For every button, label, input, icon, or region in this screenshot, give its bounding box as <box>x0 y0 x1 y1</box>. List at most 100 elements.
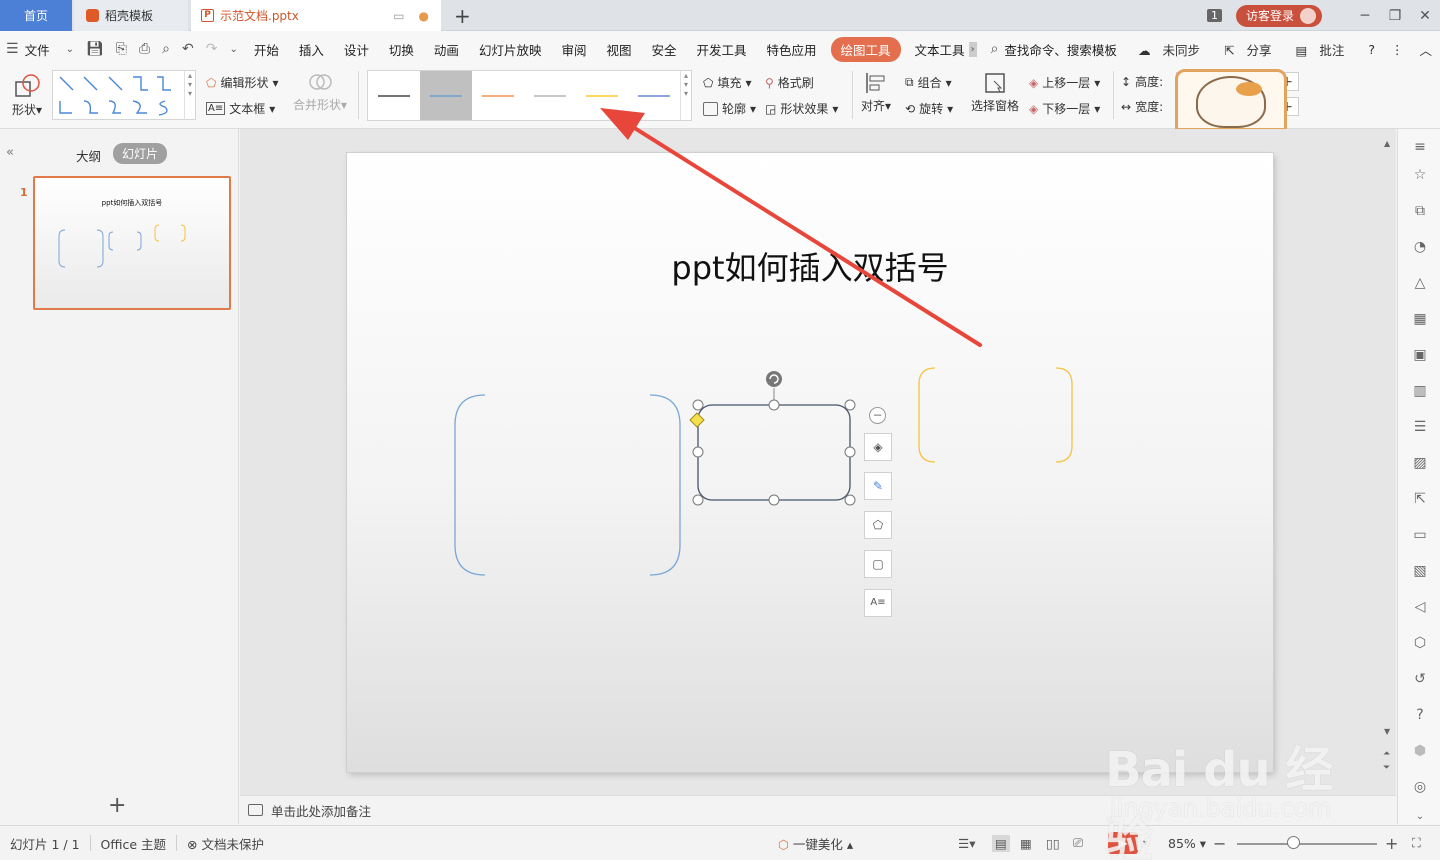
slide[interactable]: ppt如何插入双括号 <box>347 153 1273 772</box>
tab-document[interactable]: P 示范文档.pptx ▭ ● <box>191 0 441 31</box>
pyramid-icon[interactable]: △ <box>1411 275 1429 291</box>
fill-button[interactable]: ⬠ 填充 ▾ <box>703 74 751 91</box>
login-button[interactable]: 访客登录 <box>1235 4 1322 27</box>
menu-insert[interactable]: 插入 <box>289 40 334 59</box>
align-button[interactable]: 对齐▾ <box>861 71 891 114</box>
history-icon[interactable]: ↺ <box>1411 671 1429 687</box>
outline-button[interactable]: 轮廓 ▾ <box>703 100 756 117</box>
shape-effect-button[interactable]: ◲ 形状效果 ▾ <box>765 100 838 117</box>
speaker-icon[interactable]: ◁ <box>1411 599 1429 615</box>
search-icon[interactable]: ⌕ <box>977 41 1005 57</box>
help-icon[interactable]: ? <box>1360 42 1383 57</box>
next-slide-icon[interactable]: ⏷ <box>1383 763 1390 773</box>
tab-slides[interactable]: 幻灯片 <box>113 143 168 164</box>
merge-shape-button[interactable]: 合并形状▾ <box>293 71 347 113</box>
fill-bucket-icon[interactable]: ⬠ <box>864 511 892 539</box>
window-count-badge[interactable]: 1 <box>1206 9 1222 22</box>
cube-icon[interactable]: ⬢ <box>1411 743 1429 759</box>
prev-slide-icon[interactable]: ⏶ <box>1383 749 1390 759</box>
style-gallery-scroll[interactable]: ▴ ▾ ▾ <box>680 71 691 120</box>
menu-animation[interactable]: 动画 <box>424 40 469 59</box>
shape-gallery[interactable]: ▴ ▾ ▾ <box>52 70 196 120</box>
slide-title[interactable]: ppt如何插入双括号 <box>347 243 1273 289</box>
shape-button[interactable]: 形状▾ <box>12 73 42 118</box>
table-icon[interactable]: ▦ <box>1411 311 1429 327</box>
share-button[interactable]: ⇱ 分享 <box>1216 40 1287 59</box>
layer-icon[interactable]: ◈ <box>864 433 892 461</box>
line-style-swatches[interactable] <box>368 71 680 120</box>
restore-icon[interactable]: ❐ <box>1380 8 1410 24</box>
location-icon[interactable]: ◎ <box>1411 779 1429 795</box>
hamburger-icon[interactable]: ☰ <box>0 41 25 57</box>
slide-thumbnail[interactable]: ppt如何插入双括号 <box>33 176 231 310</box>
notes-toggle-icon[interactable]: ☰▾ <box>958 836 975 851</box>
add-slide-button[interactable]: + <box>108 793 126 818</box>
beautify-button[interactable]: ⬡ 一键美化 ▴ <box>768 834 863 853</box>
redo-icon[interactable]: ↷ <box>200 41 224 57</box>
presenter-view-icon[interactable]: ⎚ <box>1073 835 1083 851</box>
menu-start[interactable]: 开始 <box>244 40 289 59</box>
new-tab-button[interactable]: + <box>454 4 471 28</box>
normal-view-icon[interactable]: ▤ <box>992 834 1010 852</box>
star-icon[interactable]: ☆ <box>1411 167 1429 183</box>
menu-view[interactable]: 视图 <box>596 40 641 59</box>
shield-icon[interactable]: ⬡ <box>1411 635 1429 651</box>
tab-template[interactable]: 稻壳模板 <box>74 0 188 31</box>
rotate-button[interactable]: ⟲ 旋转 ▾ <box>905 100 953 117</box>
menu-security[interactable]: 安全 <box>641 40 686 59</box>
menu-file[interactable]: 文件 <box>25 40 60 59</box>
menu-text-tools[interactable]: 文本工具 <box>905 40 969 59</box>
group-button[interactable]: ⧉ 组合 ▾ <box>905 74 952 91</box>
export-icon[interactable]: ⎘ <box>110 41 133 57</box>
scroll-down-icon[interactable]: ▼ <box>1384 727 1390 736</box>
edit-shape-button[interactable]: ⬠ 编辑形状 ▾ <box>206 74 278 91</box>
expand-down-icon[interactable]: ⌄ <box>1411 809 1429 825</box>
selection-pane-button[interactable]: 选择窗格 <box>971 71 1019 114</box>
menu-developer[interactable]: 开发工具 <box>687 40 757 59</box>
close-icon[interactable]: ✕ <box>1410 8 1440 24</box>
tab-outline[interactable]: 大纲 <box>76 146 101 165</box>
sync-button[interactable]: ☁︎ 未同步 <box>1130 40 1216 59</box>
collapse-ribbon-icon[interactable]: ︿ <box>1411 40 1440 59</box>
more-icon[interactable]: ⋮ <box>1383 42 1412 57</box>
archive-icon[interactable]: ▭ <box>1411 527 1429 543</box>
shapes-icon[interactable]: ◔ <box>1411 239 1429 255</box>
menu-transition[interactable]: 切换 <box>379 40 424 59</box>
image-icon[interactable]: ▨ <box>1411 455 1429 471</box>
pen-icon[interactable]: ✎ <box>864 472 892 500</box>
share-icon[interactable]: ⇱ <box>1411 491 1429 507</box>
minimize-icon[interactable]: ─ <box>1350 8 1380 24</box>
textbox-button[interactable]: A≡ 文本框 ▾ <box>206 100 275 117</box>
chevron-right-icon[interactable]: › <box>968 41 977 57</box>
send-backward-button[interactable]: ◈ 下移一层 ▾ <box>1029 100 1100 117</box>
sorter-view-icon[interactable]: ▦ <box>1020 836 1032 851</box>
collapse-toolbar-icon[interactable]: − <box>869 407 886 424</box>
tab-home[interactable]: 首页 <box>0 0 72 31</box>
menu-lines-icon[interactable]: ≡ <box>1411 139 1429 155</box>
theme-name[interactable]: Office 主题 <box>91 834 176 853</box>
shape-outline-icon[interactable]: ▢ <box>864 550 892 578</box>
undo-icon[interactable]: ↶ <box>176 41 200 57</box>
sliders-icon[interactable]: ☰ <box>1411 419 1429 435</box>
zoom-in-icon[interactable]: + <box>1385 834 1398 853</box>
command-search[interactable]: 查找命令、搜索模板 <box>1004 40 1127 59</box>
save-icon[interactable]: 💾︎ <box>80 41 110 57</box>
format-brush-button[interactable]: ⚲ 格式刷 <box>765 74 814 91</box>
protect-status[interactable]: ⊗ 文档未保护 <box>177 834 274 853</box>
collapse-panel-icon[interactable]: « <box>6 145 14 160</box>
fit-window-icon[interactable]: ⛶ <box>1412 835 1421 851</box>
copy-icon[interactable]: ⧉ <box>1411 203 1429 219</box>
menu-review[interactable]: 审阅 <box>551 40 596 59</box>
chevron-down-icon[interactable]: ⌄ <box>60 44 80 55</box>
reading-view-icon[interactable]: ▯▯ <box>1046 836 1060 851</box>
help-circle-icon[interactable]: ? <box>1411 707 1429 723</box>
picture-icon[interactable]: ▧ <box>1411 563 1429 579</box>
bring-forward-button[interactable]: ◈ 上移一层 ▾ <box>1029 74 1100 91</box>
line-style-gallery[interactable]: ▴ ▾ ▾ <box>367 70 692 121</box>
shape-gallery-scroll[interactable]: ▴ ▾ ▾ <box>184 71 195 120</box>
menu-design[interactable]: 设计 <box>334 40 379 59</box>
chart-icon[interactable]: ▥ <box>1411 383 1429 399</box>
scroll-up-icon[interactable]: ▲ <box>1384 139 1390 148</box>
customize-icon[interactable]: ⌄ <box>223 44 243 55</box>
menu-drawing-tools[interactable]: 绘图工具 <box>830 36 901 62</box>
